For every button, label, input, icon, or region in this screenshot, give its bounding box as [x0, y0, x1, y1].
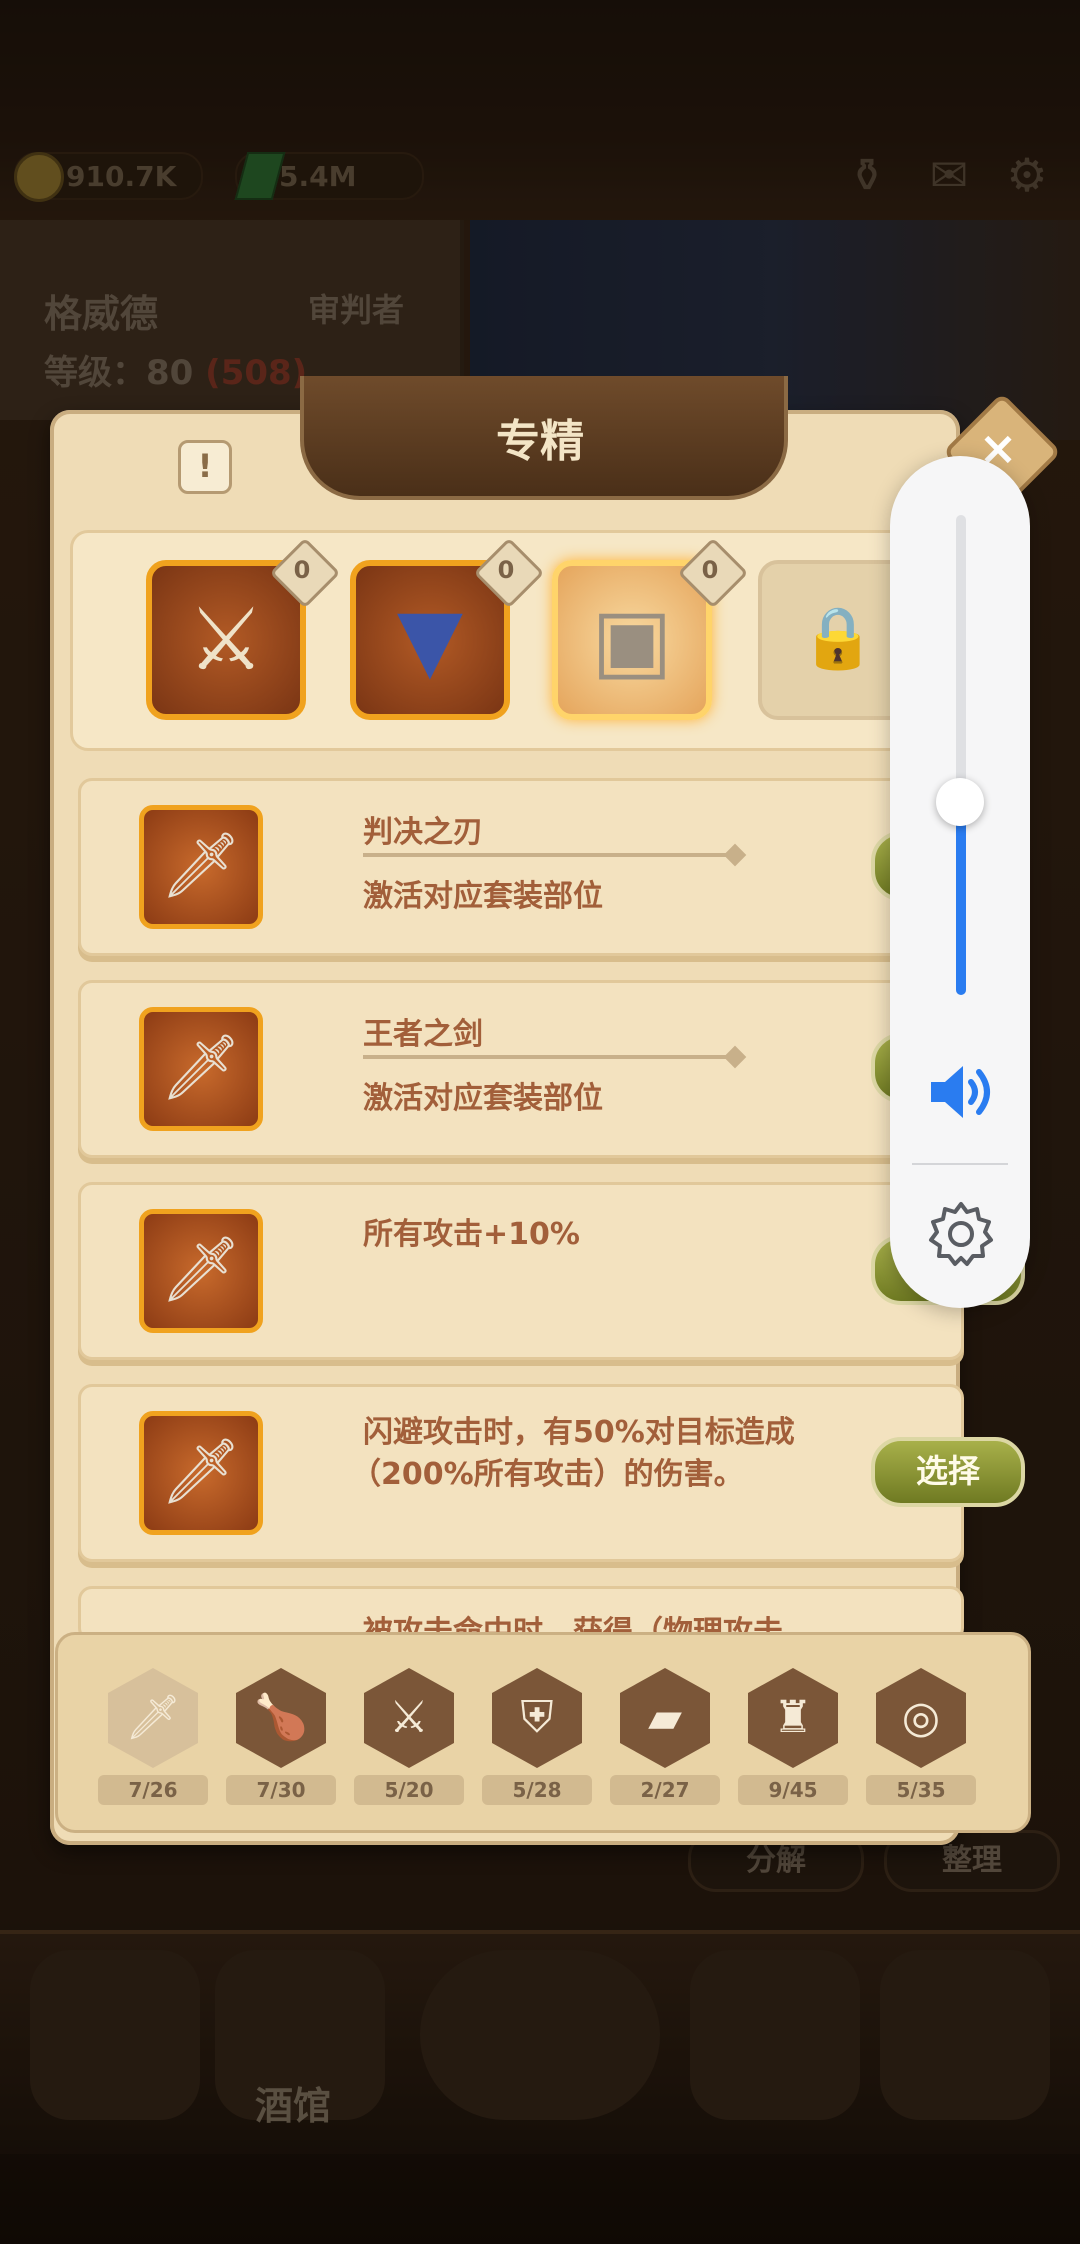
tab-count: 5/35 [866, 1775, 976, 1805]
row-desc: 激活对应套装部位 [363, 1081, 603, 1116]
sound-settings-icon[interactable] [925, 1198, 997, 1270]
row-title: 所有攻击+10% [363, 1217, 580, 1252]
row-title: 判决之刃 [363, 815, 483, 850]
helmet-icon: ▣ [591, 590, 673, 690]
select-button[interactable]: 选择 [871, 1437, 1025, 1507]
tab-armor[interactable]: ♜ [743, 1668, 843, 1778]
row-progress [363, 1055, 733, 1059]
sword-icon: 🗡 [139, 1007, 263, 1131]
tab-count: 5/28 [482, 1775, 592, 1805]
sword-icon: 🗡 [139, 805, 263, 929]
tab-count: 2/27 [610, 1775, 720, 1805]
volume-slider-fill [956, 800, 966, 995]
necklace-icon: ◎ [901, 1692, 941, 1743]
volume-divider [912, 1163, 1008, 1165]
specialization-row: 🗡 闪避攻击时，有50%对目标造成 （200%所有攻击）的伤害。 选择 [78, 1384, 1025, 1562]
blade-icon: ⚔ [389, 1692, 429, 1743]
book-icon: ▰ [648, 1692, 682, 1743]
tab-count: 7/26 [98, 1775, 208, 1805]
chest-armor-icon: ▼ [396, 590, 464, 690]
specialization-row: 🗡 判决之刃 激活对应套装部位 选择 [78, 778, 1025, 956]
speaker-icon[interactable] [925, 1060, 997, 1124]
info-icon[interactable]: ! [178, 440, 232, 494]
tab-count: 7/30 [226, 1775, 336, 1805]
axe-shield-icon: ⚔ [187, 590, 265, 690]
row-title: 王者之剑 [363, 1017, 483, 1052]
slot-badge-value: 0 [497, 556, 515, 584]
dagger-icon: 🗡 [139, 1411, 263, 1535]
tab-necklace[interactable]: ◎ [871, 1668, 971, 1778]
tab-shield[interactable]: ⛨ [487, 1668, 587, 1778]
row-desc: 激活对应套装部位 [363, 879, 603, 914]
tab-count: 9/45 [738, 1775, 848, 1805]
slot-badge-value: 0 [293, 556, 311, 584]
tab-blade[interactable]: ⚔ [359, 1668, 459, 1778]
specialization-row: 🗡 所有攻击+10% 选择 [78, 1182, 1025, 1360]
tab-book[interactable]: ▰ [615, 1668, 715, 1778]
specialization-row: 🗡 王者之剑 激活对应套装部位 选择 [78, 980, 1025, 1158]
tab-count: 5/20 [354, 1775, 464, 1805]
tab-drumstick[interactable]: 🍗 [231, 1668, 331, 1778]
shield-icon: ⛨ [520, 1692, 554, 1743]
row-title: 闪避攻击时，有50%对目标造成 [363, 1415, 795, 1450]
row-progress [363, 853, 733, 857]
slot-badge-value: 0 [701, 556, 719, 584]
volume-slider-thumb[interactable] [936, 778, 984, 826]
sword-icon: 🗡 [139, 1209, 263, 1333]
row-desc: （200%所有攻击）的伤害。 [351, 1457, 744, 1492]
tab-weapon[interactable]: 🗡 [103, 1668, 203, 1778]
drumstick-icon: 🍗 [253, 1692, 309, 1743]
armor-icon: ♜ [773, 1692, 813, 1743]
weapon-icon: 🗡 [125, 1692, 181, 1743]
dialog-title: 专精 [496, 416, 584, 467]
